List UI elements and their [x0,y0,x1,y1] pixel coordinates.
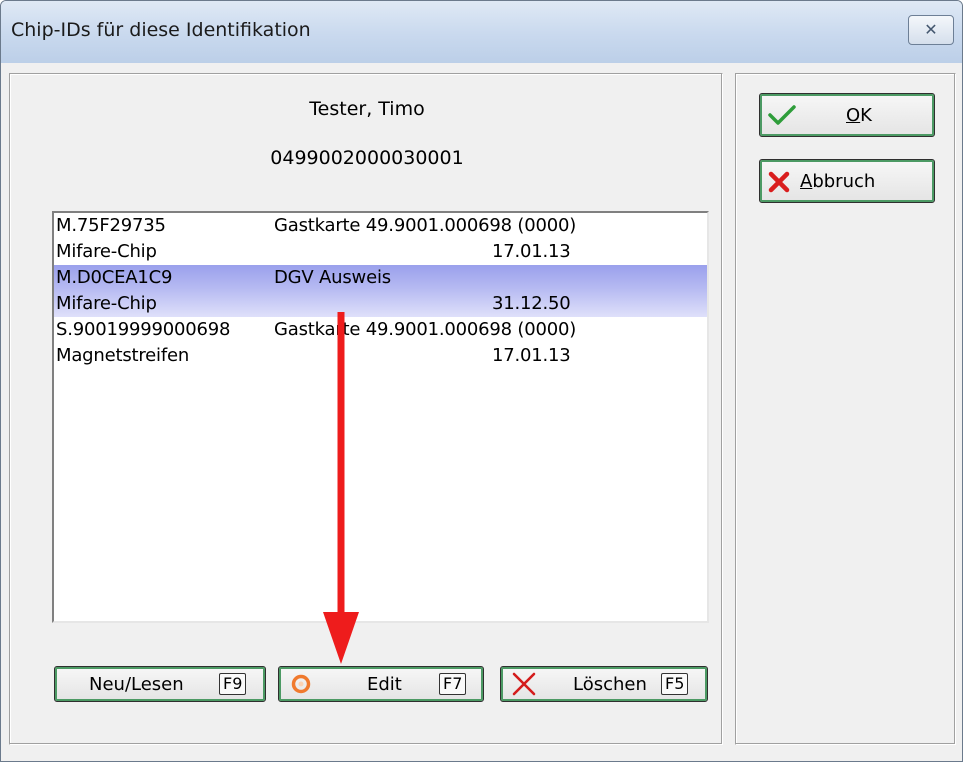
chip-date: 17.01.13 [492,345,571,366]
chip-type: Mifare-Chip [56,241,157,262]
chip-id: S.90019999000698 [56,319,231,340]
delete-button[interactable]: Löschen F5 [500,666,708,702]
person-number: 0499002000030001 [270,147,464,169]
close-button[interactable]: ✕ [908,15,954,45]
window-title: Chip-IDs für diese Identifikation [11,19,311,41]
circle-icon [291,674,311,699]
chip-id: M.75F29735 [56,215,166,236]
chip-list-item[interactable]: M.75F29735 Gastkarte 49.9001.000698 (0000… [54,213,707,265]
close-icon: ✕ [924,22,938,39]
title-bar[interactable]: Chip-IDs für diese Identifikation ✕ [1,1,962,63]
cancel-label: Abbruch [800,171,875,192]
ok-label-rest: K [860,105,872,126]
cancel-button[interactable]: Abbruch [759,159,935,203]
cancel-label-rest: bbruch [812,171,876,192]
dialog-window: Chip-IDs für diese Identifikation ✕ Test… [0,0,963,762]
cancel-mnemonic: A [800,171,813,192]
checkmark-icon [768,104,796,131]
f5-key-badge: F5 [661,673,689,695]
chip-group-panel: Tester, Timo 0499002000030001 M.75F29735… [9,73,723,745]
person-name: Tester, Timo [309,98,425,120]
chip-date: 31.12.50 [492,293,571,314]
delete-label: Löschen [573,674,647,695]
f9-key-badge: F9 [219,673,247,695]
x-icon [511,672,537,701]
ok-button[interactable]: OK [759,93,935,137]
f7-key-badge: F7 [439,673,467,695]
edit-label: Edit [367,674,402,695]
chip-type: Magnetstreifen [56,345,190,366]
chip-description: Gastkarte 49.9001.000698 (0000) [274,215,577,236]
chip-id-list[interactable]: M.75F29735 Gastkarte 49.9001.000698 (0000… [52,211,709,623]
new-read-button[interactable]: Neu/Lesen F9 [54,666,266,702]
ok-label: OK [846,105,872,126]
chip-id: M.D0CEA1C9 [56,267,173,288]
new-read-label: Neu/Lesen [89,674,184,695]
ok-mnemonic: O [846,105,861,126]
chip-list-item[interactable]: S.90019999000698 Gastkarte 49.9001.000698… [54,317,707,369]
chip-description: Gastkarte 49.9001.000698 (0000) [274,319,577,340]
chip-description: DGV Ausweis [274,267,391,288]
dialog-client: Tester, Timo 0499002000030001 M.75F29735… [7,63,956,755]
chip-list-item[interactable]: M.D0CEA1C9 DGV Ausweis Mifare-Chip 31.12.50 [54,265,707,317]
edit-button[interactable]: Edit F7 [278,666,484,702]
x-icon [768,171,790,198]
chip-date: 17.01.13 [492,241,571,262]
chip-type: Mifare-Chip [56,293,157,314]
